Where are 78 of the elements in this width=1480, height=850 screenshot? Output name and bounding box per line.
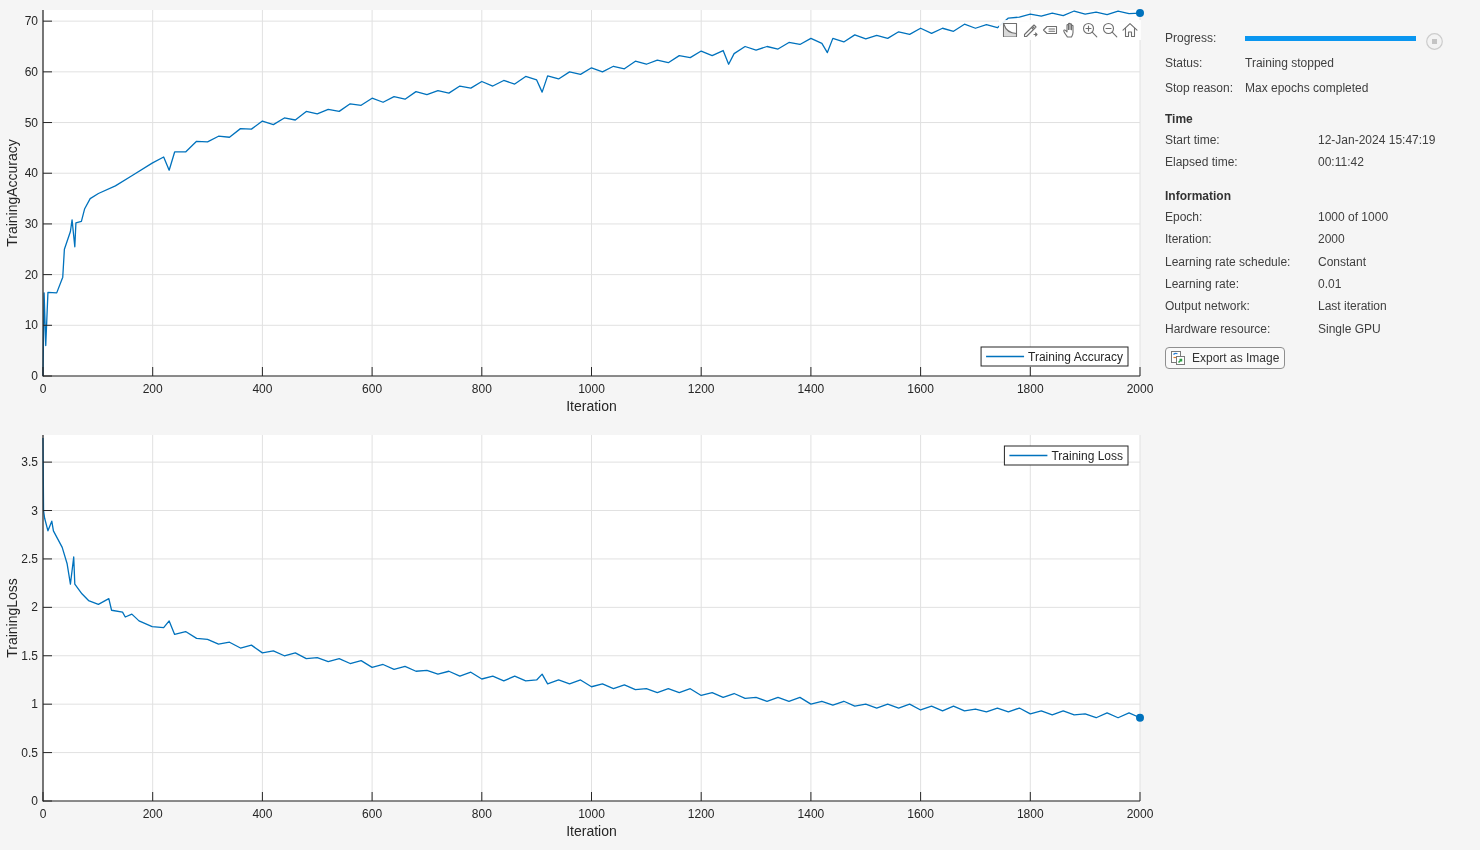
field-value: 00:11:42 (1318, 154, 1364, 172)
tick-label: 10 (24, 318, 38, 333)
tick-label: 0 (39, 382, 47, 396)
legend-label: Training Accuracy (1028, 350, 1123, 364)
field-value: Training stopped (1245, 55, 1334, 72)
field-value: 1000 of 1000 (1318, 208, 1389, 226)
tick-label: 1600 (907, 382, 934, 396)
tick-label: 1 (31, 697, 38, 712)
tick-label: 40 (24, 166, 38, 181)
area-chart-icon[interactable] (1002, 22, 1018, 38)
tick-label: 60 (24, 64, 38, 79)
tick-label: 400 (252, 382, 273, 396)
tick-label: 1000 (578, 382, 605, 396)
field-value: Single GPU (1318, 320, 1381, 338)
tick-label: 50 (24, 115, 38, 130)
field-label: Epoch: (1165, 208, 1204, 226)
tick-label: 800 (471, 807, 492, 821)
tick-label: 2.5 (21, 551, 38, 566)
pencil-icon[interactable] (1022, 22, 1038, 38)
tick-label: 800 (471, 382, 492, 396)
tick-label: 0 (39, 807, 47, 821)
field-value: Constant (1318, 253, 1367, 271)
tick-label: 1.5 (21, 648, 38, 663)
tick-label: 2000 (1126, 382, 1154, 396)
tick-label: 1600 (907, 807, 934, 821)
tick-label: 1400 (797, 382, 825, 396)
axis-label: Iteration (566, 823, 617, 839)
tick-label: 200 (142, 382, 163, 396)
tick-label: 1400 (797, 807, 825, 821)
tick-label: 400 (252, 807, 273, 821)
export-button[interactable]: Export as Image (1165, 347, 1286, 370)
tick-label: 1800 (1016, 807, 1044, 821)
section-heading: Time (1165, 111, 1193, 128)
field-label: Progress: (1165, 30, 1218, 47)
tick-label: 0 (31, 794, 38, 808)
field-label: Start time: (1165, 132, 1221, 149)
field-label: Learning rate schedule: (1165, 253, 1292, 271)
field-value: 0.01 (1318, 275, 1342, 293)
tick-label: 70 (24, 14, 38, 29)
field-label: Learning rate: (1165, 275, 1241, 293)
tick-label: 20 (24, 267, 38, 282)
field-label: Status: (1165, 55, 1204, 72)
tick-label: 30 (24, 216, 38, 231)
field-value: Max epochs completed (1245, 80, 1369, 97)
axis-label: Iteration (566, 398, 617, 414)
tick-label: 2 (31, 600, 38, 615)
zoom-in-icon[interactable] (1082, 22, 1098, 38)
home-icon[interactable] (1122, 22, 1138, 38)
legend-line-icon (1008, 454, 1049, 457)
axis-label: TrainingLoss (4, 578, 20, 658)
legend-line-icon (985, 355, 1025, 358)
legend-label: Training Loss (1051, 449, 1123, 463)
tick-label: 3.5 (21, 455, 38, 470)
tick-label: 200 (142, 807, 163, 821)
section-heading: Information (1165, 187, 1231, 205)
tick-label: 0 (31, 369, 38, 383)
field-label: Stop reason: (1165, 80, 1235, 97)
field-value: 12-Jan-2024 15:47:19 (1318, 132, 1436, 149)
tick-label: 2000 (1126, 807, 1154, 821)
tick-label: 1800 (1016, 382, 1044, 396)
tick-label: 600 (362, 807, 383, 821)
zoom-out-icon[interactable] (1102, 22, 1118, 38)
export-image-icon (1170, 350, 1186, 367)
tick-label: 1200 (687, 382, 715, 396)
tick-label: 3 (31, 503, 38, 518)
tick-label: 0.5 (21, 745, 38, 760)
tick-label: 600 (362, 382, 383, 396)
field-label: Output network: (1165, 298, 1251, 316)
end-marker-icon (1136, 9, 1144, 18)
field-label: Elapsed time: (1165, 154, 1239, 172)
field-label: Hardware resource: (1165, 320, 1272, 338)
field-value: Last iteration (1318, 298, 1387, 316)
field-label: Iteration: (1165, 231, 1213, 249)
end-marker-icon (1136, 713, 1144, 722)
field-value: 2000 (1318, 231, 1345, 249)
tick-label: 1000 (578, 807, 605, 821)
axis-label: TrainingAccuracy (4, 139, 20, 247)
tick-label: 1200 (687, 807, 715, 821)
